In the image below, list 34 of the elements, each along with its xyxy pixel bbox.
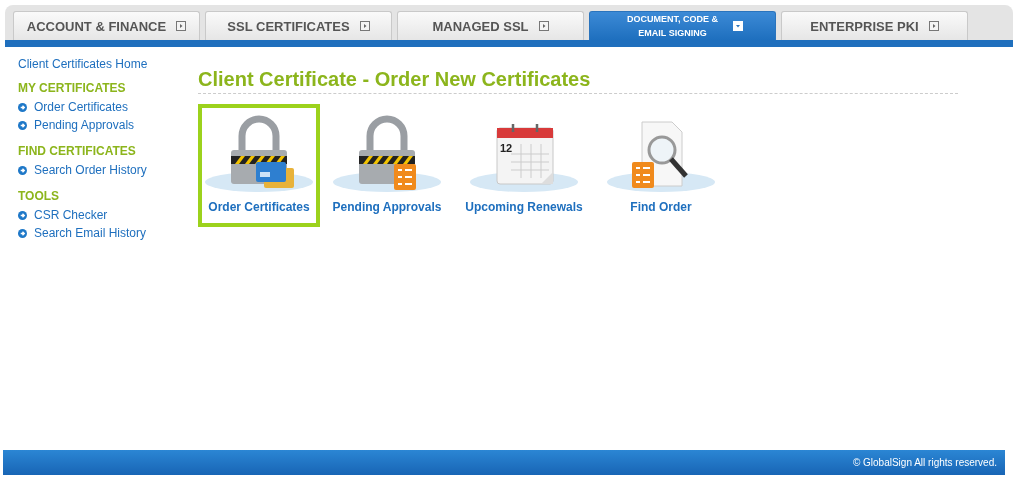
sidebar-link[interactable]: Search Email History bbox=[34, 226, 147, 240]
expand-icon bbox=[928, 21, 939, 31]
arrow-bullet-icon bbox=[18, 120, 27, 130]
nav-tab[interactable]: MANAGED SSL bbox=[397, 11, 584, 40]
sidebar-link[interactable]: Order Certificates bbox=[34, 100, 129, 114]
section-heading: MY CERTIFICATES bbox=[18, 81, 127, 95]
sidebar-link[interactable]: Search Order History bbox=[34, 163, 147, 177]
calendar-icon bbox=[470, 122, 578, 192]
padlock-checklist-icon bbox=[332, 114, 442, 194]
section-heading: TOOLS bbox=[18, 189, 61, 203]
sidebar-link[interactable]: Pending Approvals bbox=[34, 118, 135, 132]
arrow-bullet-icon bbox=[18, 210, 27, 220]
arrow-bullet-icon bbox=[18, 165, 27, 175]
home-link[interactable]: Client Certificates Home bbox=[18, 57, 198, 71]
arrow-bullet-icon bbox=[18, 228, 27, 238]
section-heading: FIND CERTIFICATES bbox=[18, 144, 137, 158]
nav-tab[interactable]: DOCUMENT, CODE & EMAIL SIGNING bbox=[589, 11, 776, 40]
expand-icon bbox=[359, 21, 370, 31]
nav-tab[interactable]: ACCOUNT & FINANCE bbox=[13, 11, 200, 40]
page-title: Client Certificate - Order New Certificates bbox=[198, 68, 958, 94]
copyright-text: © GlobalSign All rights reserved. bbox=[852, 457, 997, 468]
nav-tab[interactable]: ENTERPRISE PKI bbox=[781, 11, 968, 40]
expand-icon bbox=[538, 21, 549, 31]
expand-icon bbox=[176, 21, 187, 31]
dropdown-icon bbox=[732, 21, 743, 31]
action-tile[interactable]: Order Certificates bbox=[198, 104, 320, 227]
padlock-cards-icon bbox=[204, 114, 314, 194]
arrow-bullet-icon bbox=[18, 102, 27, 112]
nav-tab[interactable]: SSL CERTIFICATES bbox=[205, 11, 392, 40]
action-tile[interactable]: Pending Approvals bbox=[326, 104, 448, 227]
sidebar-link[interactable]: CSR Checker bbox=[34, 208, 108, 222]
calendar-day: 12 bbox=[500, 142, 513, 154]
action-tile[interactable]: 12 Upcoming Renewals bbox=[454, 104, 594, 227]
action-tile[interactable]: Find Order bbox=[600, 104, 722, 227]
